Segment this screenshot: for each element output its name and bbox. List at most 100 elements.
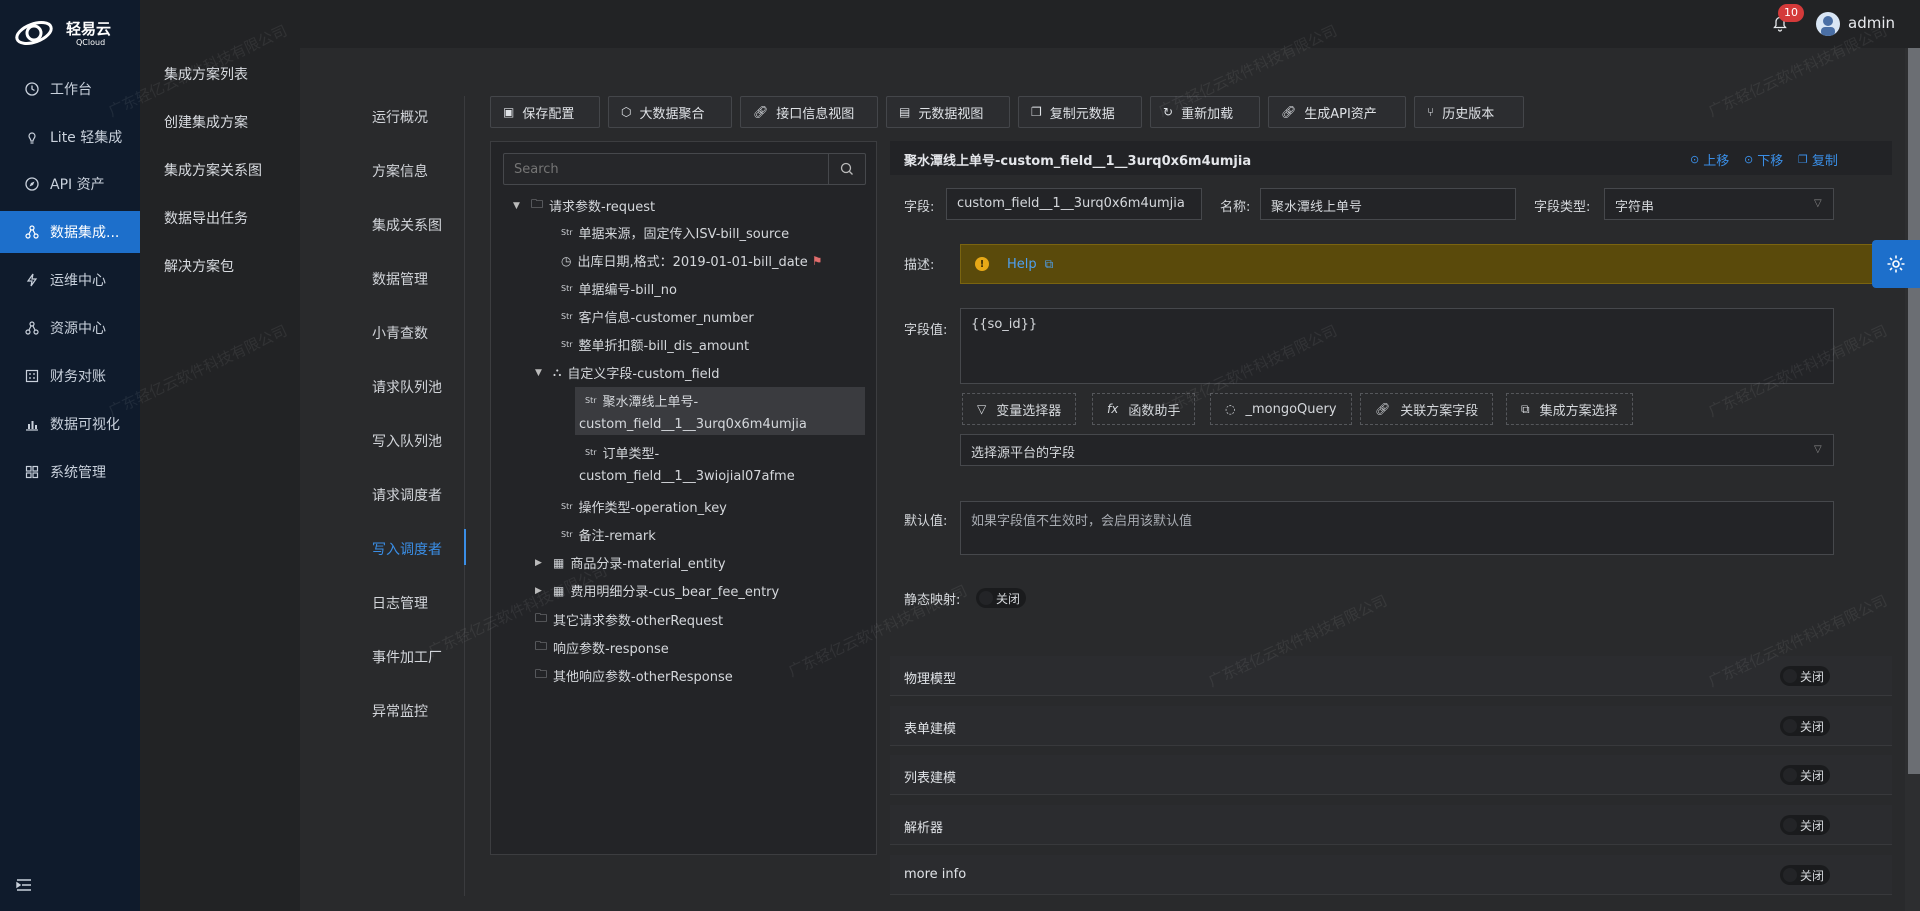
scrollbar-thumb[interactable] xyxy=(1908,48,1920,774)
subnav-item[interactable]: 集成方案列表 xyxy=(164,64,248,84)
external-doc-icon[interactable]: ⧉ xyxy=(1045,257,1054,272)
chart-icon xyxy=(24,416,40,432)
static-map-toggle[interactable]: 关闭 xyxy=(976,588,1026,608)
tab-scheme-info[interactable]: 方案信息 xyxy=(372,161,428,181)
copy-metadata-button[interactable]: ❐ 复制元数据 xyxy=(1018,96,1142,128)
sidebar-item-resources[interactable]: 资源中心 xyxy=(0,307,140,349)
section-toggle[interactable]: 关闭 xyxy=(1780,716,1830,736)
page-scrollbar[interactable] xyxy=(1905,48,1920,911)
section-parser[interactable]: 解析器 关闭 xyxy=(890,805,1892,845)
sidebar-item-api[interactable]: API 资产 xyxy=(0,163,140,205)
generate-api-asset-button[interactable]: 🔗︎ 生成API资产 xyxy=(1268,96,1406,128)
desc-label: 描述: xyxy=(904,258,935,273)
field-input[interactable]: custom_field__1__3urq0x6m4umjia xyxy=(946,188,1202,220)
tab-write-scheduler[interactable]: 写入调度者 xyxy=(372,539,442,559)
tree-node-material-entity[interactable]: ▶ ▦ 商品分录-material_entity xyxy=(535,553,726,573)
function-helper-button[interactable]: fx 函数助手 xyxy=(1092,393,1196,425)
section-toggle[interactable]: 关闭 xyxy=(1780,815,1830,835)
tree-node-other-request[interactable]: 🗀︎ 其它请求参数-otherRequest xyxy=(535,609,723,630)
tree-node-cf1[interactable]: Str 聚水潭线上单号- xyxy=(585,391,698,410)
sidebar-item-finance[interactable]: 财务对账 xyxy=(0,355,140,397)
section-physical-model[interactable]: 物理模型 关闭 xyxy=(890,656,1892,696)
section-form-model[interactable]: 表单建模 关闭 xyxy=(890,706,1892,746)
logo[interactable]: 轻易云 QCloud xyxy=(14,14,124,50)
subnav-item[interactable]: 创建集成方案 xyxy=(164,112,248,132)
sidebar-item-workbench[interactable]: 工作台 xyxy=(0,68,140,110)
tab-logs[interactable]: 日志管理 xyxy=(372,593,428,613)
avatar[interactable] xyxy=(1816,12,1840,36)
history-version-button[interactable]: ⑂ 历史版本 xyxy=(1414,96,1524,128)
section-list-model[interactable]: 列表建模 关闭 xyxy=(890,755,1892,795)
tab-request-scheduler[interactable]: 请求调度者 xyxy=(372,485,442,505)
username[interactable]: admin xyxy=(1848,14,1895,32)
name-input[interactable]: 聚水潭线上单号 xyxy=(1260,188,1516,220)
section-more-info[interactable]: more info 关闭 xyxy=(890,855,1892,895)
search-button[interactable] xyxy=(828,154,865,184)
copy-button[interactable]: ❐ 复制 xyxy=(1798,150,1838,169)
tab-exception-monitor[interactable]: 异常监控 xyxy=(372,701,428,721)
mongo-query-button[interactable]: ◌ _mongoQuery xyxy=(1210,393,1352,425)
related-field-button[interactable]: 🔗︎ 关联方案字段 xyxy=(1360,393,1494,425)
tree-node-cf1-line2[interactable]: custom_field__1__3urq0x6m4umjia xyxy=(579,417,807,432)
sidebar-item-lite[interactable]: Lite 轻集成 xyxy=(0,116,140,158)
variable-selector-button[interactable]: ▽ 变量选择器 xyxy=(962,393,1077,425)
tab-query[interactable]: 小青查数 xyxy=(372,323,428,343)
tree-node-request[interactable]: ▼ 🗀︎ 请求参数-request xyxy=(513,195,655,216)
tree-node-response[interactable]: 🗀︎ 响应参数-response xyxy=(535,637,669,658)
move-down-button[interactable]: ⊙ 下移 xyxy=(1744,150,1783,169)
subnav-item[interactable]: 数据导出任务 xyxy=(164,208,248,228)
sidebar-item-ops[interactable]: 运维中心 xyxy=(0,259,140,301)
caret-right-icon[interactable]: ▶ xyxy=(535,558,545,568)
settings-float-button[interactable] xyxy=(1872,240,1920,288)
tree-node-label: 商品分录-material_entity xyxy=(570,557,726,572)
caret-down-icon[interactable]: ▼ xyxy=(513,201,523,211)
caret-down-icon[interactable]: ▼ xyxy=(535,368,545,378)
tab-overview[interactable]: 运行概况 xyxy=(372,107,428,127)
subnav-item[interactable]: 集成方案关系图 xyxy=(164,160,262,180)
tree-node-operation-key[interactable]: Str 操作类型-operation_key xyxy=(561,497,727,516)
move-up-button[interactable]: ⊙ 上移 xyxy=(1690,150,1729,169)
tree-node-bill-source[interactable]: Str 单据来源，固定传入ISV-bill_source xyxy=(561,223,789,242)
scheme-select-button[interactable]: ⧉ 集成方案选择 xyxy=(1506,393,1633,425)
tree-node-cf2[interactable]: Str 订单类型- xyxy=(585,443,659,462)
sidebar-item-data-integration[interactable]: 数据集成... xyxy=(0,211,140,253)
save-config-button[interactable]: ▣ 保存配置 xyxy=(490,96,600,128)
field-value-textarea[interactable]: {{so_id}} xyxy=(960,308,1834,384)
tree-node-bill-no[interactable]: Str 单据编号-bill_no xyxy=(561,279,677,298)
field-type-select[interactable]: 字符串 xyxy=(1604,188,1834,220)
reload-button[interactable]: ↻ 重新加载 xyxy=(1150,96,1260,128)
tree-node-bill-date[interactable]: ◷ 出库日期,格式：2019-01-01-bill_date ⚑ xyxy=(561,251,823,271)
sidebar-item-visualization[interactable]: 数据可视化 xyxy=(0,403,140,445)
search-input[interactable] xyxy=(504,154,828,184)
subnav-item[interactable]: 解决方案包 xyxy=(164,256,234,276)
api-info-view-button[interactable]: 🔗︎ 接口信息视图 xyxy=(740,96,878,128)
tree-node-bill-dis-amount[interactable]: Str 整单折扣额-bill_dis_amount xyxy=(561,335,749,354)
tab-write-queue[interactable]: 写入队列池 xyxy=(372,431,442,451)
tab-relation-graph[interactable]: 集成关系图 xyxy=(372,215,442,235)
tree-node-remark[interactable]: Str 备注-remark xyxy=(561,525,656,544)
tree-node-custom-field[interactable]: ▼ ⛬ 自定义字段-custom_field xyxy=(535,363,720,382)
sidebar-item-system[interactable]: 系统管理 xyxy=(0,451,140,493)
flag-icon: ⚑ xyxy=(811,253,823,268)
tree-node-customer-number[interactable]: Str 客户信息-customer_number xyxy=(561,307,754,326)
tab-event-factory[interactable]: 事件加工厂 xyxy=(372,647,442,667)
collapse-menu-icon[interactable] xyxy=(16,878,32,892)
compass-icon xyxy=(24,176,40,192)
caret-right-icon[interactable]: ▶ xyxy=(535,586,545,596)
metadata-view-button[interactable]: ▤ 元数据视图 xyxy=(886,96,1010,128)
default-value-textarea[interactable]: 如果字段值不生效时，会启用该默认值 xyxy=(960,501,1834,555)
brand-name: 轻易云 xyxy=(66,20,112,38)
source-field-select[interactable]: 选择源平台的字段 xyxy=(960,434,1834,466)
tab-data-management[interactable]: 数据管理 xyxy=(372,269,428,289)
tree-node-other-response[interactable]: 🗀︎ 其他响应参数-otherResponse xyxy=(535,665,733,686)
big-data-aggregate-button[interactable]: ⬡ 大数据聚合 xyxy=(608,96,732,128)
section-toggle[interactable]: 关闭 xyxy=(1780,865,1830,885)
section-toggle[interactable]: 关闭 xyxy=(1780,666,1830,686)
tree-node-cf2-line2[interactable]: custom_field__1__3wiojial07afme xyxy=(579,469,795,484)
section-toggle[interactable]: 关闭 xyxy=(1780,765,1830,785)
tab-request-queue[interactable]: 请求队列池 xyxy=(372,377,442,397)
tree-node-fee-entry[interactable]: ▶ ▦ 费用明细分录-cus_bear_fee_entry xyxy=(535,581,779,601)
help-link[interactable]: Help xyxy=(1007,257,1037,272)
button-label: 集成方案选择 xyxy=(1539,403,1618,419)
button-label: 函数助手 xyxy=(1128,403,1181,419)
